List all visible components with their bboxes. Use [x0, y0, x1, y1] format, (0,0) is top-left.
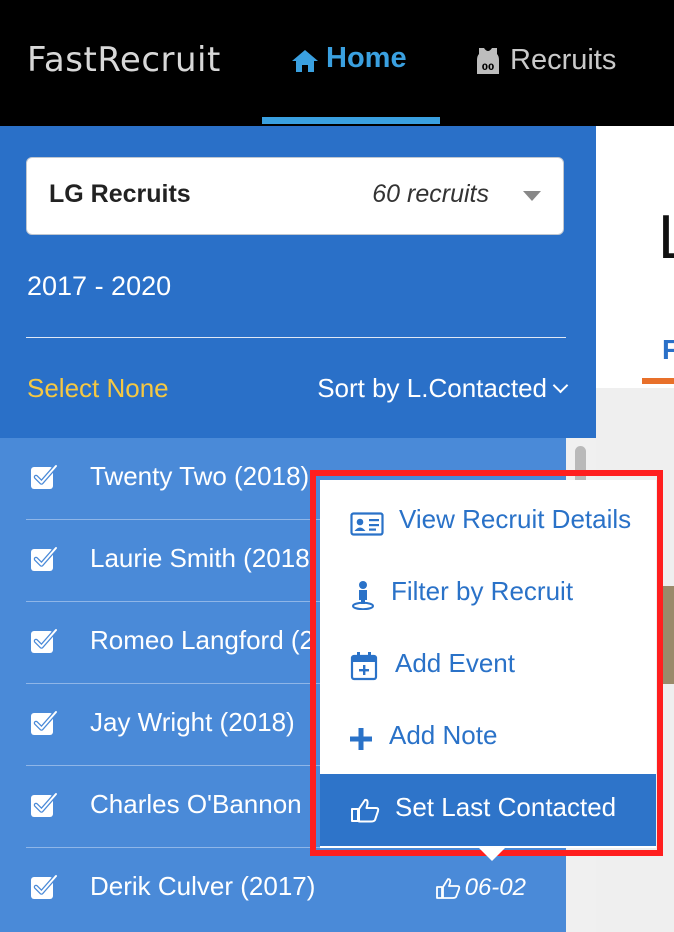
recruit-name: Romeo Langford (2: [90, 625, 315, 655]
checkbox-checked-icon[interactable]: [29, 627, 59, 657]
sort-label: Sort by L.Contacted: [317, 373, 547, 403]
recruit-name: Derik Culver (2017): [90, 871, 316, 901]
list-name: LG Recruits: [49, 180, 191, 208]
checkbox-checked-icon[interactable]: [29, 709, 59, 739]
recruit-name: Twenty Two (2018): [90, 461, 310, 491]
content-tab-indicator: [642, 378, 674, 384]
last-contacted-date: 06-02: [464, 874, 526, 901]
divider: [26, 337, 566, 338]
nav-recruits-label: Recruits: [510, 44, 617, 76]
nav-recruits-tab[interactable]: 00 Recruits: [470, 0, 674, 126]
recruit-list-selector[interactable]: LG Recruits 60 recruits: [26, 157, 564, 235]
checkbox-checked-icon[interactable]: [29, 545, 59, 575]
thumbs-up-icon: [435, 878, 460, 899]
list-count: 60 recruits: [372, 180, 489, 208]
recruit-name: Laurie Smith (2018: [90, 543, 310, 573]
svg-text:00: 00: [482, 63, 495, 73]
highlight-annotation: [310, 470, 663, 856]
select-none-link[interactable]: Select None: [27, 373, 169, 404]
checkbox-checked-icon[interactable]: [29, 791, 59, 821]
recruit-name: Charles O'Bannon: [90, 789, 302, 819]
chevron-down-icon: [552, 377, 569, 394]
last-contacted-button[interactable]: 06-02: [435, 874, 526, 902]
nav-home-label: Home: [326, 42, 407, 74]
brand-logo[interactable]: FastRecruit: [27, 40, 221, 80]
sort-dropdown[interactable]: Sort by L.Contacted: [317, 373, 569, 404]
page-heading: L: [658, 202, 674, 273]
recruit-name: Jay Wright (2018): [90, 707, 295, 737]
jersey-icon: 00: [474, 46, 502, 81]
checkbox-checked-icon[interactable]: [29, 463, 59, 493]
home-icon: [290, 48, 320, 79]
recruit-photo: [662, 586, 674, 684]
menu-pointer-caret: [479, 848, 505, 861]
recruit-list-panel: LG Recruits 60 recruits 2017 - 2020 Sele…: [0, 126, 596, 438]
content-tab[interactable]: F: [662, 334, 674, 366]
checkbox-checked-icon[interactable]: [29, 873, 59, 903]
dropdown-caret-icon: [523, 191, 541, 201]
nav-home-tab[interactable]: Home: [262, 0, 440, 126]
active-tab-indicator: [262, 117, 440, 124]
class-years: 2017 - 2020: [27, 271, 172, 301]
top-navbar: FastRecruit Home 00 Recruits: [0, 0, 674, 126]
